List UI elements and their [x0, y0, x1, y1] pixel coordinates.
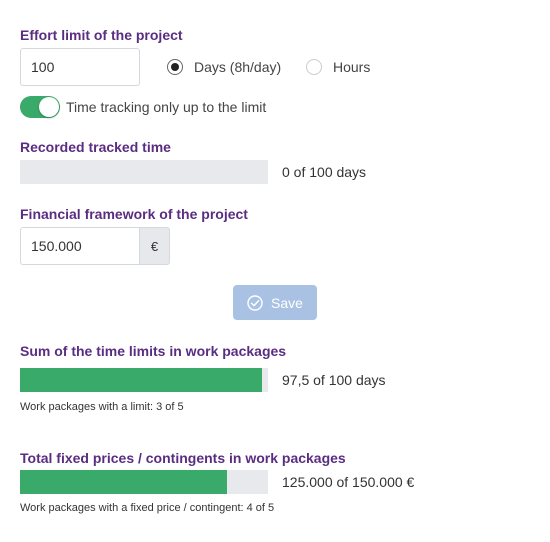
time-limits-bar [20, 368, 268, 392]
fixed-prices-bar [20, 470, 268, 494]
time-limits-value: 97,5 of 100 days [282, 372, 386, 388]
radio-hours[interactable] [306, 59, 322, 75]
time-tracking-label: Time tracking only up to the limit [66, 99, 267, 115]
time-limits-note: Work packages with a limit: 3 of 5 [20, 401, 184, 413]
toggle-knob [39, 97, 59, 117]
recorded-time-bar [20, 160, 268, 184]
fixed-prices-value: 125.000 of 150.000 € [282, 474, 415, 490]
effort-limit-input[interactable] [20, 48, 140, 86]
financial-framework-input[interactable] [20, 227, 140, 265]
fixed-prices-bar-fill [20, 470, 227, 494]
save-button[interactable]: Save [233, 285, 317, 320]
time-limits-label: Sum of the time limits in work packages [20, 343, 287, 359]
fixed-prices-note: Work packages with a fixed price / conti… [20, 502, 275, 514]
time-limits-bar-fill [20, 368, 262, 392]
time-tracking-toggle[interactable] [20, 96, 60, 118]
financial-framework-label: Financial framework of the project [20, 206, 248, 222]
currency-addon: € [140, 227, 170, 265]
recorded-time-value: 0 of 100 days [282, 164, 367, 180]
save-button-label: Save [271, 294, 303, 311]
recorded-time-label: Recorded tracked time [20, 139, 171, 155]
check-circle-icon [247, 294, 263, 311]
radio-hours-label[interactable]: Hours [333, 59, 370, 75]
effort-limit-label: Effort limit of the project [20, 27, 183, 43]
radio-days[interactable] [167, 59, 183, 75]
radio-days-label[interactable]: Days (8h/day) [194, 59, 281, 75]
fixed-prices-label: Total fixed prices / contingents in work… [20, 450, 346, 466]
